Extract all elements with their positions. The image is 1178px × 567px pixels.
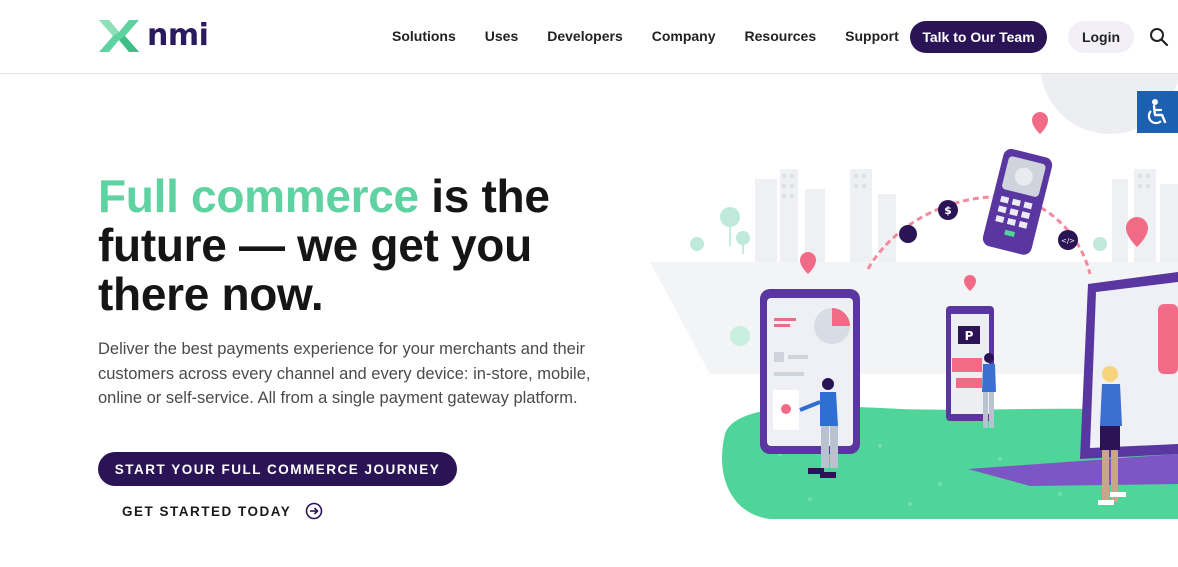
nmi-logo-mark-icon — [99, 20, 139, 52]
get-started-label: GET STARTED TODAY — [122, 503, 292, 519]
dollar-coin-icon: $ — [938, 200, 958, 220]
start-journey-button[interactable]: START YOUR FULL COMMERCE JOURNEY — [98, 452, 457, 486]
accessibility-button[interactable] — [1137, 91, 1178, 133]
main-nav: Solutions Uses Developers Company Resour… — [392, 28, 928, 44]
code-tag-icon: </> — [1058, 230, 1078, 250]
headline-part-2: future — we get you — [98, 219, 532, 271]
hero-illustration: $ </> P — [650, 74, 1178, 519]
talk-to-team-button[interactable]: Talk to Our Team — [910, 21, 1047, 53]
nav-company[interactable]: Company — [652, 28, 716, 44]
headline-accent: Full commerce — [98, 170, 419, 222]
code-symbol: </> — [1061, 237, 1075, 245]
arrow-circle-right-icon — [305, 502, 323, 520]
hero-headline: Full commerce is the future — we get you t… — [98, 172, 618, 319]
nav-resources[interactable]: Resources — [745, 28, 817, 44]
headline-part-1: is the — [418, 170, 550, 222]
search-icon[interactable] — [1149, 27, 1169, 47]
get-started-link[interactable]: GET STARTED TODAY — [122, 500, 323, 522]
wheelchair-icon — [1147, 99, 1166, 125]
nav-uses[interactable]: Uses — [485, 28, 518, 44]
hero-subtext: Deliver the best payments experience for… — [98, 340, 591, 407]
site-header: nmi Solutions Uses Developers Company Re… — [0, 0, 1178, 74]
coin-symbol: $ — [944, 204, 952, 217]
nav-support[interactable]: Support — [845, 28, 899, 44]
nav-developers[interactable]: Developers — [547, 28, 622, 44]
nmi-logo[interactable]: nmi — [97, 18, 209, 54]
logo-wordmark: nmi — [147, 18, 209, 53]
kiosk-sign: P — [965, 329, 974, 343]
nav-solutions[interactable]: Solutions — [392, 28, 456, 44]
headline-part-3: there now. — [98, 268, 324, 320]
login-button[interactable]: Login — [1068, 21, 1134, 53]
